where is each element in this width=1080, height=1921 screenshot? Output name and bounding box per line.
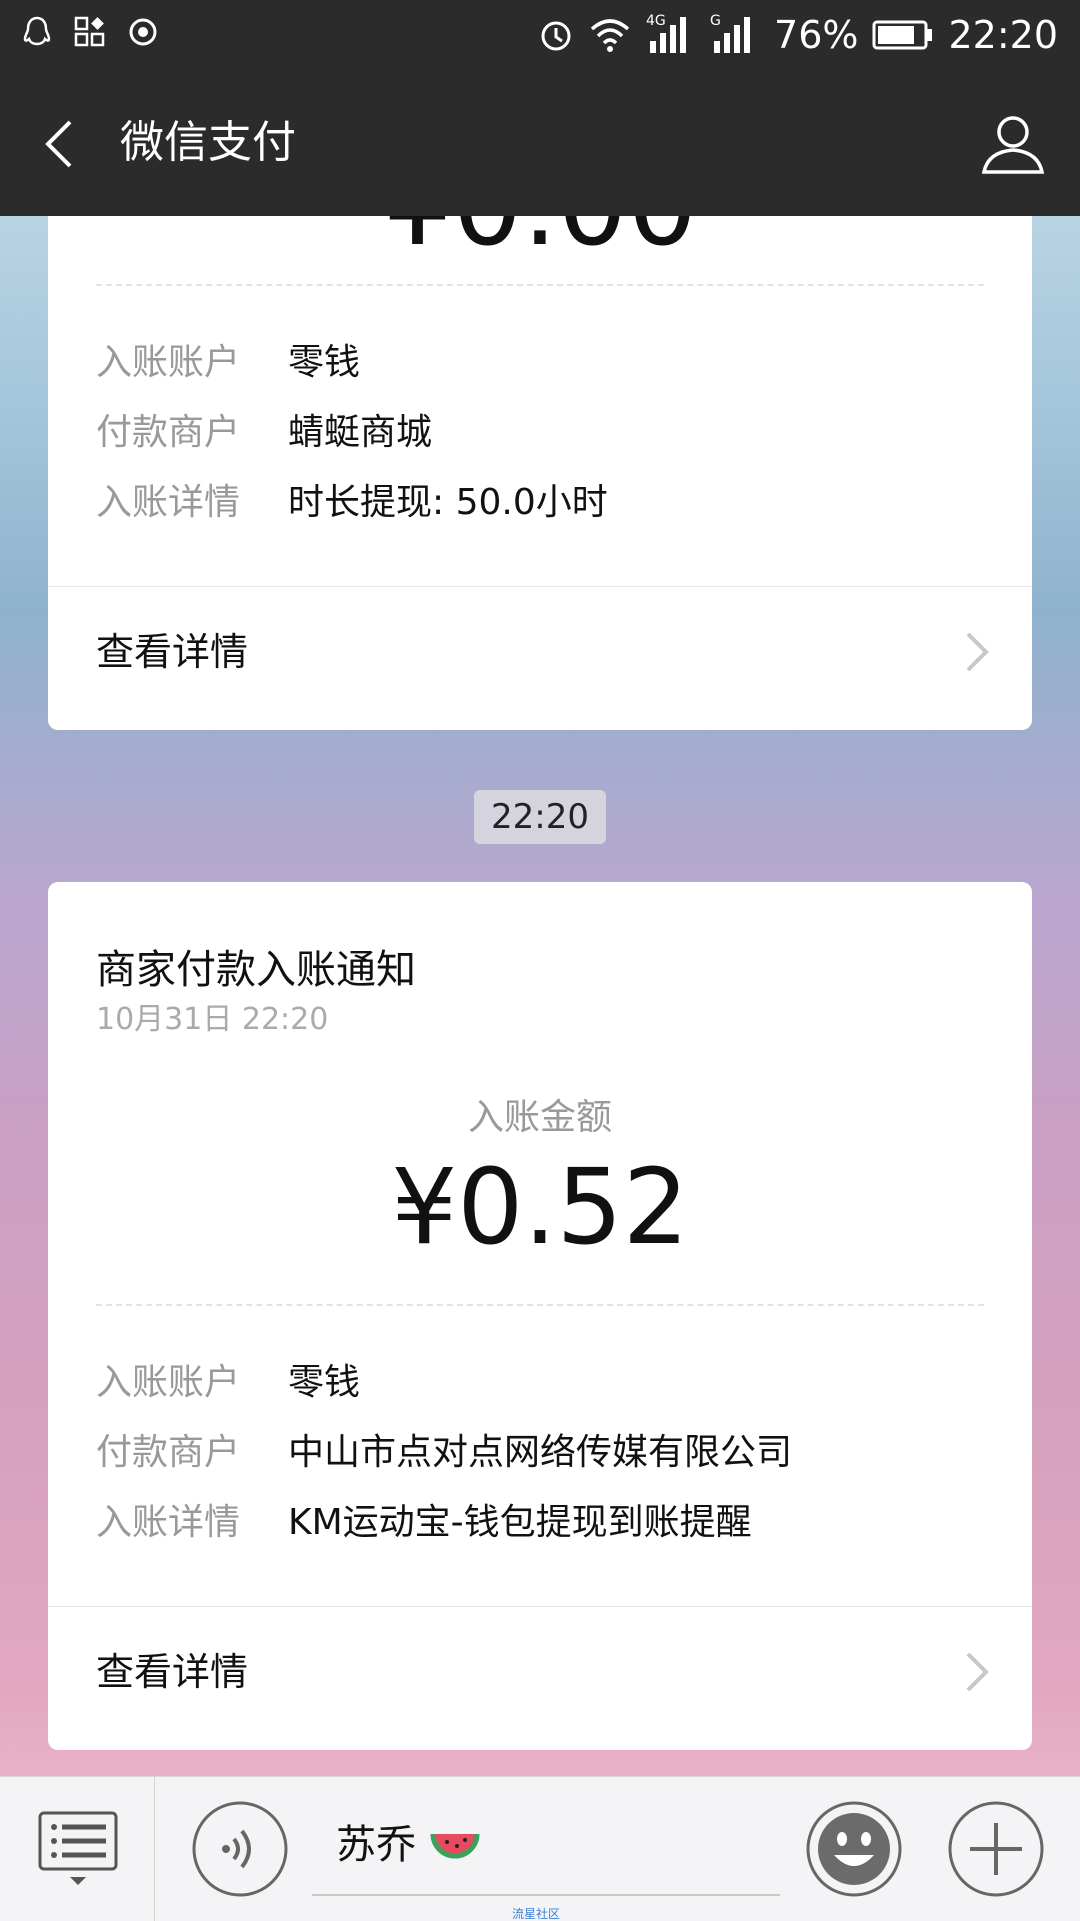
info-row: 入账详情 时长提现: 50.0小时 bbox=[96, 478, 608, 528]
nav-bar: 微信支付 bbox=[0, 70, 1080, 216]
info-row: 入账账户 零钱 bbox=[96, 338, 360, 388]
row-label: 入账账户 bbox=[96, 1362, 241, 1403]
input-underline bbox=[312, 1894, 780, 1896]
info-row: 入账账户 零钱 bbox=[96, 1358, 360, 1408]
card-title: 商家付款入账通知 bbox=[96, 947, 416, 993]
divider bbox=[48, 586, 1032, 587]
plus-icon[interactable] bbox=[946, 1799, 1046, 1899]
card-date: 10月31日 22:20 bbox=[96, 1002, 329, 1037]
signal-2: G bbox=[710, 13, 760, 57]
user-icon[interactable] bbox=[980, 110, 1046, 176]
voice-icon[interactable] bbox=[190, 1799, 290, 1899]
row-value: KM运动宝-钱包提现到账提醒 bbox=[288, 1502, 752, 1543]
status-right: 4G G 76% 22:20 bbox=[538, 10, 1058, 60]
watermark: 流星社区 bbox=[512, 1907, 561, 1921]
view-details-link[interactable]: 查看详情 bbox=[96, 626, 248, 678]
info-row: 入账详情 KM运动宝-钱包提现到账提醒 bbox=[96, 1498, 752, 1548]
row-label: 入账详情 bbox=[96, 482, 241, 523]
alarm-icon bbox=[541, 21, 571, 51]
row-label: 付款商户 bbox=[96, 412, 241, 453]
watermelon-icon bbox=[430, 1833, 480, 1859]
time-badge: 22:20 bbox=[474, 790, 606, 844]
status-left bbox=[22, 16, 158, 48]
divider bbox=[154, 1777, 155, 1921]
view-details-link[interactable]: 查看详情 bbox=[96, 1646, 248, 1698]
qq-icon bbox=[23, 16, 51, 46]
back-arrow-icon[interactable] bbox=[34, 114, 94, 174]
row-label: 付款商户 bbox=[96, 1432, 241, 1473]
dashed-divider bbox=[96, 284, 984, 286]
clock: 22:20 bbox=[948, 13, 1058, 57]
apps-icon bbox=[74, 16, 105, 47]
signal-1: 4G bbox=[646, 13, 696, 57]
wifi-icon bbox=[590, 19, 630, 52]
dashed-divider bbox=[96, 1304, 984, 1306]
menu-list-icon[interactable] bbox=[36, 1809, 120, 1889]
chevron-right-icon bbox=[966, 632, 989, 672]
row-value: 蜻蜓商城 bbox=[288, 412, 433, 453]
chat-input-bar: 苏乔 流星社区 bbox=[0, 1776, 1080, 1921]
record-icon bbox=[129, 18, 157, 46]
signal-icon bbox=[650, 17, 687, 53]
divider bbox=[48, 1606, 1032, 1607]
emoji-icon[interactable] bbox=[804, 1799, 904, 1899]
battery-icon bbox=[872, 20, 933, 50]
message-input[interactable]: 苏乔 bbox=[336, 1817, 481, 1873]
page-title: 微信支付 bbox=[120, 117, 296, 168]
row-label: 入账详情 bbox=[96, 1502, 241, 1543]
battery-percent: 76% bbox=[774, 13, 859, 57]
signal-icon bbox=[714, 17, 751, 53]
info-row: 付款商户 蜻蜓商城 bbox=[96, 408, 432, 458]
payment-card-previous: ¥0.00 入账账户 零钱 付款商户 蜻蜓商城 入账详情 时长提现: 50.0小… bbox=[48, 216, 1032, 730]
chevron-right-icon bbox=[966, 1652, 989, 1692]
row-label: 入账账户 bbox=[96, 342, 241, 383]
info-row: 付款商户 中山市点对点网络传媒有限公司 bbox=[96, 1428, 792, 1478]
status-bar: 4G G 76% 22:20 bbox=[0, 0, 1080, 70]
payment-card: 商家付款入账通知 10月31日 22:20 入账金额 ¥0.52 入账账户 零钱… bbox=[48, 882, 1032, 1750]
row-value: 时长提现: 50.0小时 bbox=[288, 482, 608, 523]
amount-label: 入账金额 bbox=[467, 1097, 612, 1138]
amount-value: ¥0.52 bbox=[391, 1146, 689, 1268]
input-text: 苏乔 bbox=[336, 1822, 416, 1868]
partial-amount: ¥0.00 bbox=[48, 216, 1032, 266]
row-value: 零钱 bbox=[288, 342, 361, 383]
row-value: 零钱 bbox=[288, 1362, 361, 1403]
row-value: 中山市点对点网络传媒有限公司 bbox=[288, 1432, 793, 1473]
